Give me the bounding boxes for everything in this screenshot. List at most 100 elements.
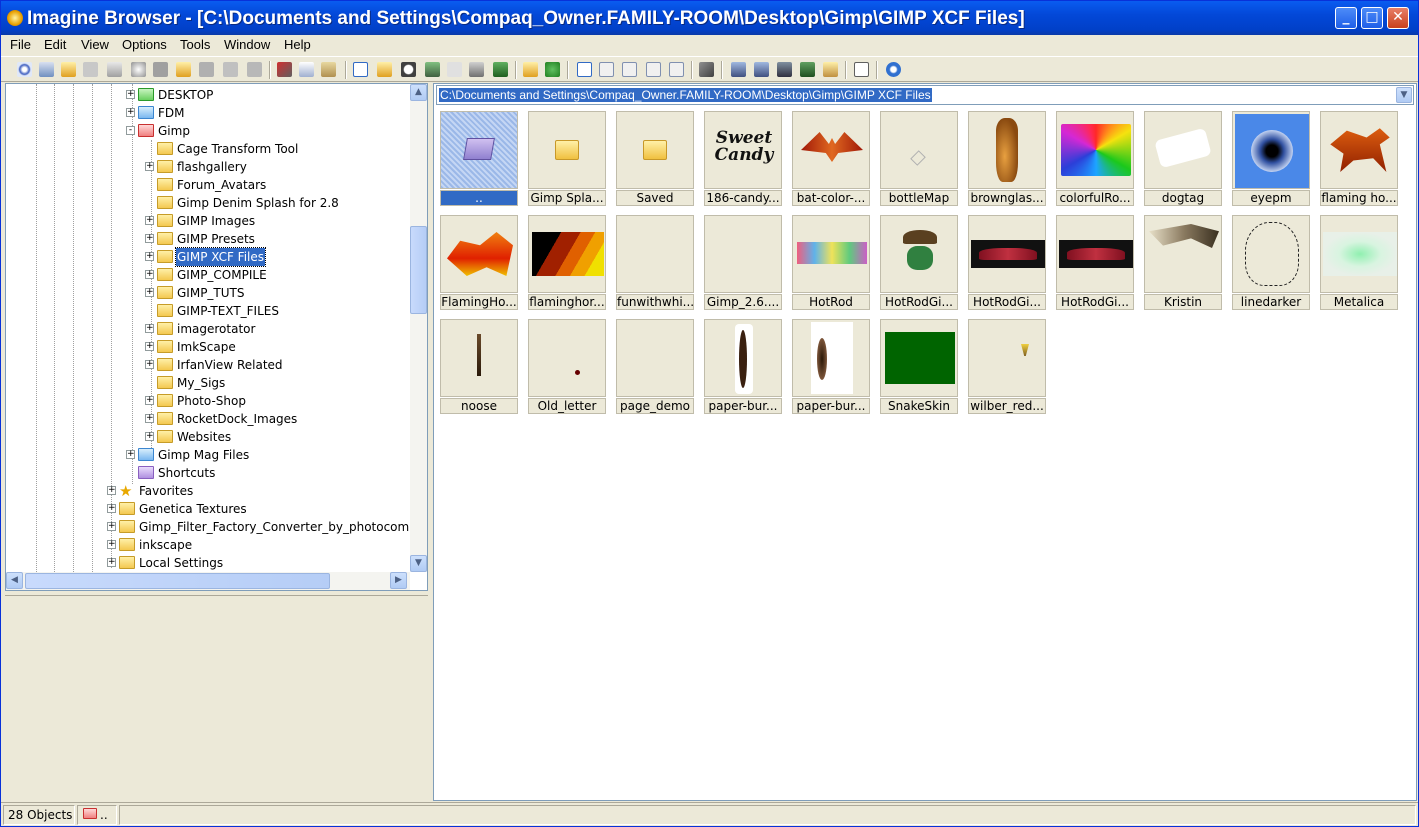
image-thumbnail[interactable]: HotRodGi... xyxy=(968,215,1046,311)
expand-icon[interactable]: + xyxy=(145,234,154,243)
expand-icon[interactable]: + xyxy=(145,360,154,369)
image-thumbnail[interactable]: Old_letter xyxy=(528,319,606,415)
folder-thumbnail[interactable]: Saved xyxy=(616,111,694,207)
image-thumbnail[interactable]: paper-bur... xyxy=(792,319,870,415)
image-thumbnail[interactable]: linedarker xyxy=(1232,215,1310,311)
image-thumbnail[interactable]: Metalica xyxy=(1320,215,1398,311)
menu-tools[interactable]: Tools xyxy=(180,37,210,52)
parent-folder-thumbnail[interactable]: .. xyxy=(440,111,518,207)
tree-item[interactable]: + ★ Favorites xyxy=(6,482,406,500)
filmstrip-icon[interactable] xyxy=(800,62,815,77)
refresh-icon[interactable] xyxy=(545,62,560,77)
expand-icon[interactable]: + xyxy=(145,324,154,333)
image-thumbnail[interactable]: noose xyxy=(440,319,518,415)
image-thumbnail[interactable]: Gimp_2.6.... xyxy=(704,215,782,311)
expand-icon[interactable]: + xyxy=(107,504,116,513)
tree-item[interactable]: + RocketDock_Images xyxy=(6,410,406,428)
folder-thumbnail[interactable]: Gimp Spla... xyxy=(528,111,606,207)
scroll-right-button[interactable]: ▶ xyxy=(390,572,407,589)
tree-item[interactable]: + IrfanView Related xyxy=(6,356,406,374)
tree-vertical-scrollbar[interactable]: ▲ ▼ xyxy=(410,84,427,572)
tree-item[interactable]: + GIMP Presets xyxy=(6,230,406,248)
image-thumbnail[interactable]: flaminghor... xyxy=(528,215,606,311)
expand-icon[interactable]: + xyxy=(145,414,154,423)
menu-window[interactable]: Window xyxy=(224,37,270,52)
tree-item[interactable]: Forum_Avatars xyxy=(6,176,406,194)
maximize-button[interactable]: □ xyxy=(1361,7,1383,29)
camera-icon[interactable] xyxy=(153,62,168,77)
image-thumbnail[interactable]: funwithwhi... xyxy=(616,215,694,311)
image-thumbnail[interactable]: flaming ho... xyxy=(1320,111,1398,207)
help-icon[interactable] xyxy=(886,62,901,77)
folder-tree[interactable]: + DESKTOP + FDM - Gimp Cage Transform Tool + fla… xyxy=(5,83,428,591)
folder-up-icon[interactable] xyxy=(523,62,538,77)
thumbnail-pane[interactable]: C:\Documents and Settings\Compaq_Owner.F… xyxy=(433,83,1417,801)
clock-icon[interactable] xyxy=(401,62,416,77)
expand-icon[interactable]: + xyxy=(145,162,154,171)
tree-item[interactable]: My_Sigs xyxy=(6,374,406,392)
tree-item[interactable]: + ImkScape xyxy=(6,338,406,356)
thumbnail-view-icon[interactable] xyxy=(353,62,368,77)
expand-icon[interactable]: + xyxy=(145,432,154,441)
tree-item[interactable]: + Genetica Textures xyxy=(6,500,406,518)
pencil-icon[interactable] xyxy=(854,62,869,77)
tree-icon[interactable] xyxy=(377,62,392,77)
menu-help[interactable]: Help xyxy=(284,37,311,52)
image-thumbnail[interactable]: FlamingHo... xyxy=(440,215,518,311)
expand-icon[interactable]: + xyxy=(145,288,154,297)
image-thumbnail[interactable]: colorfulRo... xyxy=(1056,111,1134,207)
expand-icon[interactable]: + xyxy=(145,216,154,225)
image-thumbnail[interactable]: eyepm xyxy=(1232,111,1310,207)
expand-icon[interactable]: + xyxy=(126,108,135,117)
expand-icon[interactable]: + xyxy=(107,486,116,495)
copy-icon[interactable] xyxy=(299,62,314,77)
cut-icon[interactable] xyxy=(277,62,292,77)
tree-item[interactable]: + Gimp Mag Files xyxy=(6,446,406,464)
wrench-icon[interactable] xyxy=(699,62,714,77)
tree-item[interactable]: + inkscape xyxy=(6,536,406,554)
slideshow-icon[interactable] xyxy=(39,62,54,77)
path-combobox[interactable]: C:\Documents and Settings\Compaq_Owner.F… xyxy=(436,85,1414,105)
tree-item[interactable]: + flashgallery xyxy=(6,158,406,176)
view-icon[interactable] xyxy=(17,62,32,77)
save-icon[interactable] xyxy=(83,62,98,77)
minimize-button[interactable]: _ xyxy=(1335,7,1357,29)
open-folder-icon[interactable] xyxy=(61,62,76,77)
expand-icon[interactable]: + xyxy=(107,522,116,531)
capture-icon[interactable] xyxy=(777,62,792,77)
image-thumbnail[interactable]: dogtag xyxy=(1144,111,1222,207)
expand-icon[interactable]: + xyxy=(145,270,154,279)
list-icon[interactable] xyxy=(646,62,661,77)
small-icons-icon[interactable] xyxy=(622,62,637,77)
info-icon[interactable] xyxy=(131,62,146,77)
title-bar[interactable]: Imagine Browser - [C:\Documents and Sett… xyxy=(1,1,1418,35)
convert-icon[interactable] xyxy=(754,62,769,77)
expand-icon[interactable]: + xyxy=(126,450,135,459)
tree-item[interactable]: + Local Settings xyxy=(6,554,406,572)
tree-item[interactable]: + GIMP XCF Files xyxy=(6,247,406,267)
new-folder-icon[interactable] xyxy=(176,62,191,77)
image-thumbnail[interactable]: bottleMap xyxy=(880,111,958,207)
image-thumbnail[interactable]: Sweet Candy 186-candy... xyxy=(704,111,782,207)
tree-item[interactable]: + Gimp_Filter_Factory_Converter_by_photoc… xyxy=(6,518,413,536)
path-text[interactable]: C:\Documents and Settings\Compaq_Owner.F… xyxy=(439,88,932,102)
fullscreen-icon[interactable] xyxy=(469,62,484,77)
hscroll-thumb[interactable] xyxy=(25,573,330,589)
close-button[interactable]: ✕ xyxy=(1387,7,1409,29)
menu-file[interactable]: File xyxy=(10,37,31,52)
expand-icon[interactable]: + xyxy=(107,540,116,549)
medium-icons-icon[interactable] xyxy=(599,62,614,77)
properties-icon[interactable] xyxy=(247,62,262,77)
tree-item[interactable]: + Photo-Shop xyxy=(6,392,406,410)
tree-item[interactable]: + FDM xyxy=(6,104,406,122)
expand-icon[interactable]: + xyxy=(126,90,135,99)
preview-icon[interactable] xyxy=(425,62,440,77)
image-thumbnail[interactable]: paper-bur... xyxy=(704,319,782,415)
image-thumbnail[interactable]: HotRodGi... xyxy=(1056,215,1134,311)
menu-options[interactable]: Options xyxy=(122,37,167,52)
tree-item[interactable]: + GIMP_COMPILE xyxy=(6,266,406,284)
collapse-icon[interactable]: - xyxy=(126,126,135,135)
tree-item[interactable]: + Websites xyxy=(6,428,406,446)
path-dropdown-button[interactable]: ▼ xyxy=(1396,87,1412,103)
image-thumbnail[interactable]: HotRod xyxy=(792,215,870,311)
